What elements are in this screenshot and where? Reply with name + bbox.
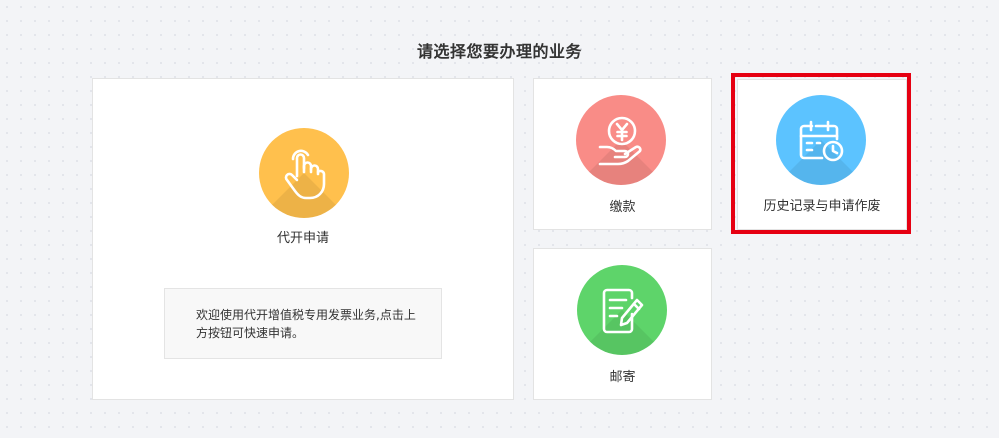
history-card[interactable]: 历史记录与申请作废 [737,79,907,230]
page-title: 请选择您要办理的业务 [416,42,582,61]
invoice-application-card[interactable]: 代开申请 欢迎使用代开增值税专用发票业务,点击上方按钮可快速申请。 [92,78,514,400]
invoice-application-label: 代开申请 [276,231,329,246]
payment-card[interactable]: 缴款 [533,78,712,230]
hand-pointer-icon[interactable] [259,128,349,218]
yen-hand-icon[interactable] [576,95,666,185]
welcome-notice: 欢迎使用代开增值税专用发票业务,点击上方按钮可快速申请。 [164,288,442,359]
edit-document-icon[interactable] [577,265,667,355]
calendar-clock-icon[interactable] [776,95,866,185]
payment-label: 缴款 [609,200,636,215]
history-label: 历史记录与申请作废 [763,199,881,214]
mail-label: 邮寄 [609,370,636,385]
mail-card[interactable]: 邮寄 [533,248,712,400]
